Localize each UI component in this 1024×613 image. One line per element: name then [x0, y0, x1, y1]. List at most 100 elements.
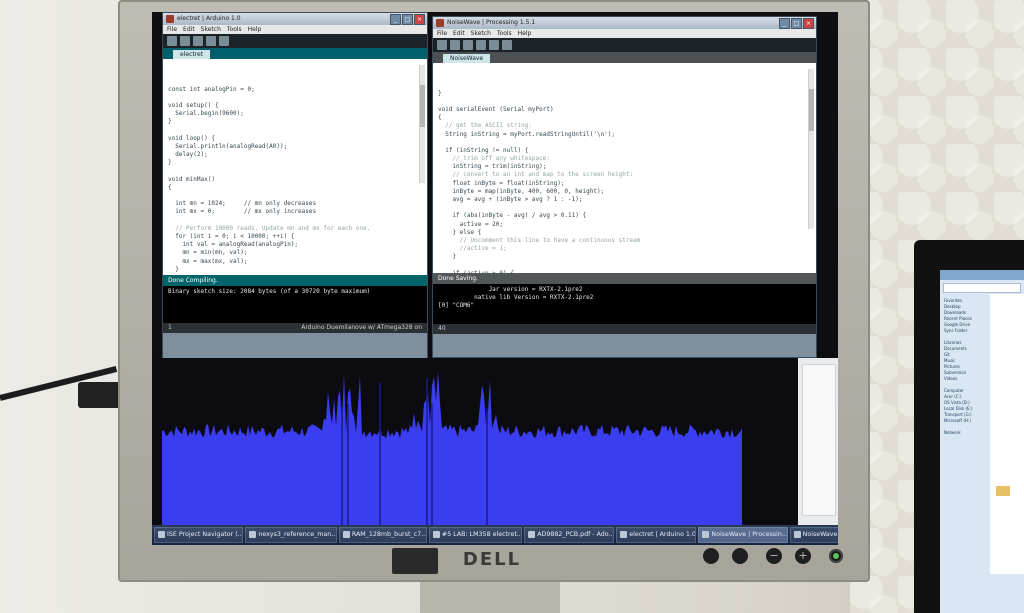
editor-scrollbar[interactable] — [419, 65, 425, 183]
monitor-button-1[interactable] — [703, 548, 719, 564]
code-line: { — [168, 183, 172, 191]
arduino-title: electret | Arduino 1.0 — [177, 15, 241, 22]
waveform-fill — [162, 371, 742, 525]
menu-sketch[interactable]: Sketch — [471, 29, 491, 38]
menu-sketch[interactable]: Sketch — [201, 25, 221, 34]
save-icon[interactable] — [489, 40, 499, 50]
code-line: delay(2); — [168, 151, 208, 159]
code-line: //active = 1; — [438, 245, 507, 253]
menu-edit[interactable]: Edit — [183, 25, 195, 34]
menu-help[interactable]: Help — [248, 25, 262, 34]
maximize-icon[interactable]: □ — [402, 14, 413, 25]
arduino-code-editor[interactable]: const int analogPin = 0; void setup() { S… — [163, 59, 427, 275]
menu-file[interactable]: File — [437, 29, 447, 38]
explorer-nav-tree: Favorites Desktop Downloads Recent Places Go… — [944, 298, 988, 436]
export-icon[interactable] — [502, 40, 512, 50]
new-icon[interactable] — [463, 40, 473, 50]
arduino-tabbar: electret — [163, 48, 427, 59]
taskbar-item-label: NoiseWave — [802, 531, 838, 538]
taskbar-item[interactable]: AD9882_PCB.pdf - Ado... — [524, 527, 615, 543]
code-line: void loop() { — [168, 134, 215, 142]
close-icon[interactable]: × — [414, 14, 425, 25]
monitor-button-2[interactable] — [732, 548, 748, 564]
monitor-stand — [420, 580, 560, 613]
upload-icon[interactable] — [180, 36, 190, 46]
app-icon — [793, 531, 801, 538]
arduino-titlebar[interactable]: electret | Arduino 1.0 _ □ × — [163, 13, 427, 25]
processing-app-icon — [436, 19, 444, 27]
tab-noisewave[interactable]: NoiseWave — [443, 54, 491, 63]
background-window — [798, 358, 838, 525]
code-line: } — [438, 89, 442, 97]
processing-title: NoiseWave | Processing 1.5.1 — [447, 19, 536, 26]
taskbar-item-label: NoiseWave | Processin... — [711, 531, 788, 538]
taskbar-item[interactable]: NoiseWave — [789, 527, 838, 543]
windows-taskbar: ISE Project Navigator (... nexys3_referen… — [152, 525, 838, 545]
verify-icon[interactable] — [167, 36, 177, 46]
code-line: if (abs(inByte - avg) / avg > 0.11) { — [438, 212, 587, 220]
tab-electret[interactable]: electret — [173, 50, 211, 59]
code-line: } — [168, 118, 172, 126]
menu-edit[interactable]: Edit — [453, 29, 465, 38]
close-icon[interactable]: × — [803, 18, 814, 29]
minimize-icon[interactable]: _ — [390, 14, 401, 25]
processing-code-editor[interactable]: } void serialEvent (Serial myPort){ // ge… — [433, 63, 816, 273]
processing-titlebar[interactable]: NoiseWave | Processing 1.5.1 _ □ × — [433, 17, 816, 29]
taskbar-item-label: AD9882_PCB.pdf - Ado... — [537, 531, 615, 538]
code-line: inString = trim(inString); — [438, 163, 547, 171]
maximize-icon[interactable]: □ — [791, 18, 802, 29]
open-icon[interactable] — [476, 40, 486, 50]
code-line: } — [438, 253, 457, 261]
arduino-status: Done Compiling. — [163, 275, 427, 286]
code-line: void serialEvent (Serial myPort) — [438, 105, 554, 113]
processing-tabbar: NoiseWave — [433, 52, 816, 63]
taskbar-item[interactable]: ISE Project Navigator (... — [154, 527, 244, 543]
taskbar-item[interactable]: NoiseWave | Processin... — [698, 527, 788, 543]
taskbar-item[interactable]: electret | Arduino 1.0 — [616, 527, 697, 543]
explorer-titlebar — [940, 270, 1024, 280]
processing-footer: 40 — [433, 324, 816, 334]
menu-file[interactable]: File — [167, 25, 177, 34]
code-line: avg = avg + (inByte > avg ? 1 : -1); — [438, 196, 583, 204]
taskbar-item[interactable]: #5 LAB: LM358 electret... — [428, 527, 523, 543]
power-button[interactable] — [829, 549, 843, 563]
code-line: // Uncomment this line to have a continu… — [438, 236, 641, 244]
stop-icon[interactable] — [450, 40, 460, 50]
nav-tree-item[interactable]: Network — [944, 430, 988, 436]
folder-icon[interactable] — [996, 486, 1010, 496]
monitor-plus-button[interactable]: + — [795, 548, 811, 564]
taskbar-item[interactable]: RAM_128mb_burst_c7... — [338, 527, 427, 543]
open-icon[interactable] — [206, 36, 216, 46]
code-line: // convert to an int and map to the scre… — [438, 171, 634, 179]
run-icon[interactable] — [437, 40, 447, 50]
console-line: Jar version = RXTX-2.1pre2 — [438, 286, 583, 293]
processing-menubar: File Edit Sketch Tools Help — [433, 29, 816, 38]
arduino-window: electret | Arduino 1.0 _ □ × File Edit Sketc… — [162, 12, 428, 360]
save-icon[interactable] — [219, 36, 229, 46]
code-line: mx = max(mx, val); — [168, 257, 248, 265]
processing-window-controls: _ □ × — [779, 18, 814, 29]
menu-tools[interactable]: Tools — [227, 25, 242, 34]
arduino-menubar: File Edit Sketch Tools Help — [163, 25, 427, 34]
minimize-icon[interactable]: _ — [779, 18, 790, 29]
app-icon — [702, 531, 710, 538]
menu-help[interactable]: Help — [518, 29, 532, 38]
taskbar-item[interactable]: nexys3_reference_man... — [245, 527, 337, 543]
monitor-minus-button[interactable]: − — [766, 548, 782, 564]
code-line: mn = min(mn, val); — [168, 249, 248, 257]
new-icon[interactable] — [193, 36, 203, 46]
code-line: String inString = myPort.readStringUntil… — [438, 130, 616, 138]
console-line: [0] "COM6" — [438, 302, 475, 309]
menu-tools[interactable]: Tools — [497, 29, 512, 38]
code-line: // trim off any whitespace: — [438, 155, 550, 163]
code-line: active = 20; — [438, 220, 504, 228]
app-icon — [158, 531, 165, 538]
explorer-address-bar[interactable] — [943, 283, 1021, 293]
code-line: } — [168, 159, 172, 167]
editor-scrollbar[interactable] — [808, 69, 814, 229]
